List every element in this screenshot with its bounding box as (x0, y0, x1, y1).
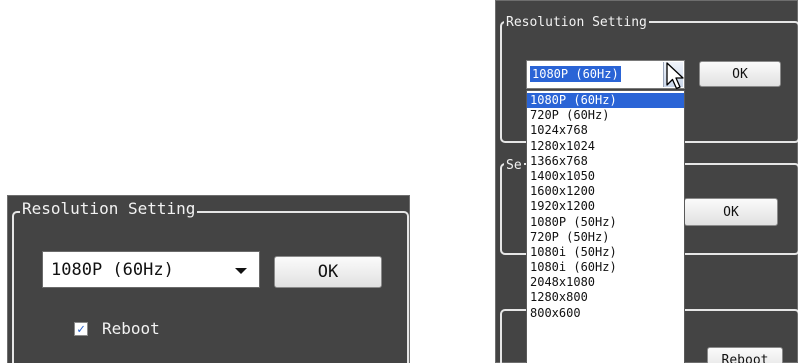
resolution-dropdown-list[interactable]: 1080P (60Hz) 720P (60Hz) 1024x768 1280x1024… (526, 90, 685, 363)
reboot-checkbox-label[interactable]: Reboot (102, 319, 160, 339)
right-settings-panel: Resolution Setting Se 1080P (60Hz) OK OK… (495, 0, 798, 363)
group-title: Resolution Setting (20, 199, 198, 218)
resolution-option[interactable]: 1024x768 (527, 123, 684, 138)
resolution-option[interactable]: 1080i (50Hz) (527, 245, 684, 260)
resolution-combobox[interactable]: 1080P (60Hz) (42, 251, 260, 288)
second-group-title: Se (504, 158, 524, 174)
second-ok-button[interactable]: OK (684, 198, 778, 226)
resolution-option[interactable]: 1400x1050 (527, 169, 684, 184)
resolution-option[interactable]: 1280x800 (527, 290, 684, 305)
resolution-option[interactable]: 1920x1200 (527, 199, 684, 214)
group-title: Resolution Setting (504, 15, 649, 31)
reboot-button[interactable]: Reboot (707, 347, 783, 363)
resolution-option[interactable]: 720P (50Hz) (527, 230, 684, 245)
resolution-value: 1080P (60Hz) (51, 260, 174, 280)
resolution-option[interactable]: 720P (60Hz) (527, 108, 684, 123)
resolution-combobox[interactable]: 1080P (60Hz) (526, 60, 685, 89)
resolution-options: 1080P (60Hz) 720P (60Hz) 1024x768 1280x1024… (527, 91, 684, 321)
resolution-option[interactable]: 1600x1200 (527, 184, 684, 199)
mouse-cursor-icon (666, 62, 684, 90)
screenshot-stage: Resolution Setting 1080P (60Hz) OK ✓ Reb… (0, 0, 798, 363)
chevron-down-icon[interactable] (235, 268, 247, 274)
resolution-value: 1080P (60Hz) (530, 66, 621, 82)
ok-button[interactable]: OK (274, 256, 382, 288)
checkmark-icon: ✓ (77, 321, 85, 337)
resolution-option[interactable]: 1366x768 (527, 154, 684, 169)
ok-button[interactable]: OK (699, 61, 781, 87)
resolution-option[interactable]: 1080i (60Hz) (527, 260, 684, 275)
reboot-checkbox[interactable]: ✓ (74, 322, 88, 336)
resolution-option[interactable]: 1080P (50Hz) (527, 215, 684, 230)
left-settings-panel: Resolution Setting 1080P (60Hz) OK ✓ Reb… (7, 195, 410, 363)
resolution-option[interactable]: 1280x1024 (527, 139, 684, 154)
resolution-option[interactable]: 1080P (60Hz) (527, 93, 684, 109)
resolution-option[interactable]: 800x600 (527, 306, 684, 321)
resolution-option[interactable]: 2048x1080 (527, 275, 684, 290)
